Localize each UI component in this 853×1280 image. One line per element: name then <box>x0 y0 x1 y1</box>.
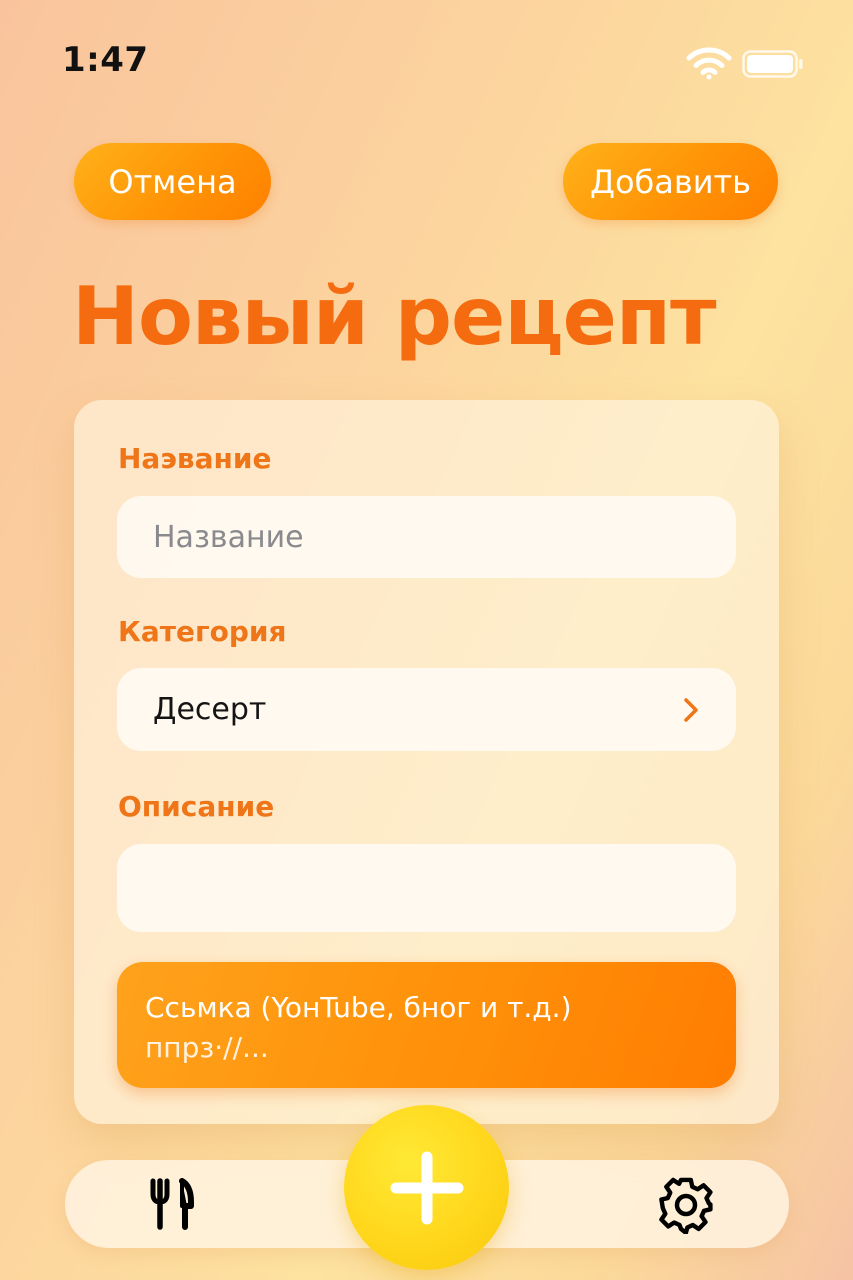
category-value: Десерт <box>153 692 267 727</box>
battery-icon <box>742 50 803 78</box>
name-label: Наэвание <box>118 442 272 475</box>
status-time: 1:47 <box>62 40 149 80</box>
add-recipe-fab[interactable] <box>344 1105 509 1270</box>
link-label: Ссьмка (YoнTube, бног и т.д.) <box>145 991 572 1024</box>
recipe-form-card: Наэвание Категория Десерт Описание Ссьмк… <box>74 400 779 1124</box>
category-select[interactable]: Десерт <box>117 668 736 751</box>
cancel-button[interactable]: Отмена <box>74 143 271 220</box>
page-title: Новый рецепт <box>72 270 717 363</box>
link-input[interactable]: Ссьмка (YoнTube, бног и т.д.) ппрз·//... <box>117 962 736 1088</box>
name-input[interactable] <box>117 496 736 578</box>
plus-icon <box>390 1151 463 1224</box>
category-label: Категория <box>118 615 287 648</box>
gear-icon[interactable] <box>657 1176 715 1234</box>
fork-knife-icon[interactable] <box>147 1178 197 1230</box>
description-input[interactable] <box>117 844 736 932</box>
link-placeholder: ппрз·//... <box>145 1031 269 1064</box>
status-bar: 1:47 <box>0 0 853 110</box>
chevron-right-icon <box>684 697 698 722</box>
wifi-icon <box>686 47 732 80</box>
add-button[interactable]: Добавить <box>563 143 778 220</box>
description-label: Описание <box>118 790 275 823</box>
